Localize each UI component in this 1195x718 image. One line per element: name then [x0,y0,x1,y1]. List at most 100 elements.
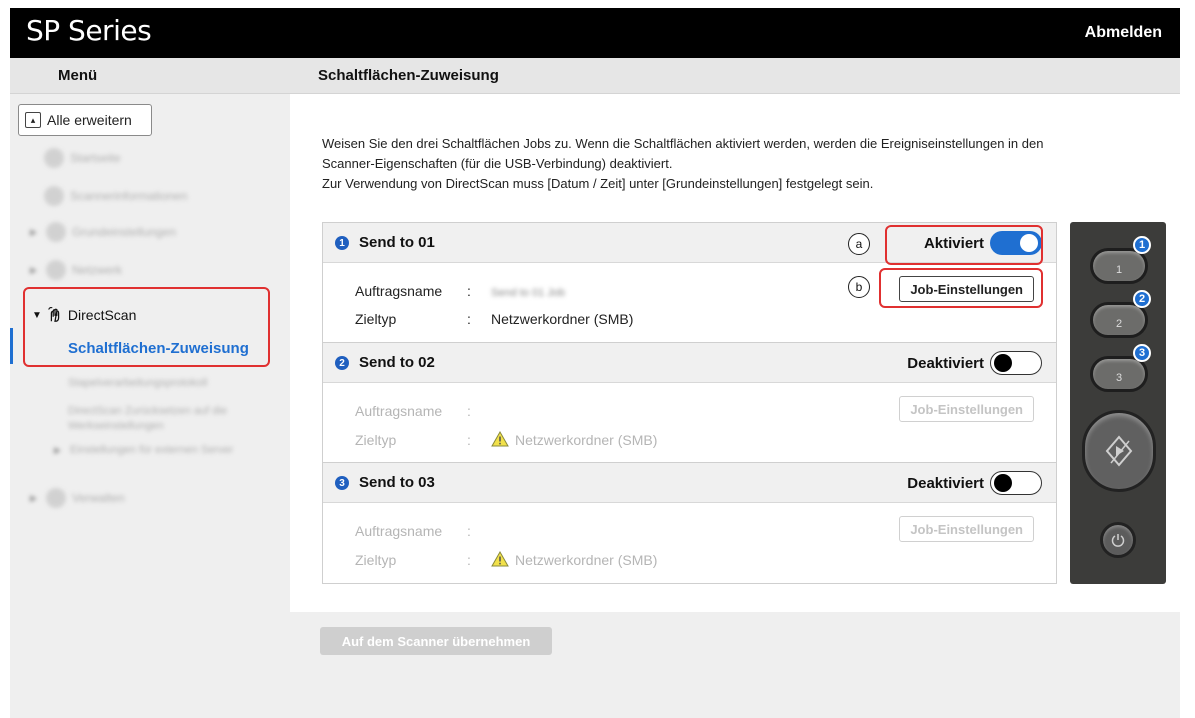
toggle-switch[interactable] [990,471,1042,495]
field-label: Zieltyp [355,311,397,327]
intro-line: Zur Verwendung von DirectScan muss [Datu… [322,176,874,191]
top-bar: SP Series Abmelden [10,8,1180,58]
panel-body: Auftragsname: Zieltyp: Netzwerkordner (SM… [323,503,1056,583]
gear-icon [46,222,66,242]
sidebar-item-label: Grundeinstellungen [72,225,177,239]
field-label: Auftragsname [355,283,443,299]
highlight-frame [879,268,1043,308]
sidebar-item-factory-reset[interactable]: DirectScan Zurücksetzen auf die Werksein… [68,404,258,434]
warning-icon [491,431,509,447]
scanner-button-label: 1 [1115,264,1123,276]
field-colon: : [467,311,471,327]
dest-type-row: Zieltyp: Netzwerkordner (SMB) [355,311,633,327]
scanner-button-label: 3 [1115,372,1123,384]
scanner-badge-2: 2 [1133,290,1151,308]
hand-scan-icon [48,307,60,322]
sidebar-item-label: Einstellungen für externen Server [70,444,234,456]
sidebar-item-external-server[interactable]: ▶ Einstellungen für externen Server [54,444,254,456]
sidebar-item-label: Verwalten [72,491,125,505]
page-title: Schaltflächen-Zuweisung [318,67,499,84]
intro-line: Scanner-Eigenschaften (für die USB-Verbi… [322,156,673,171]
callout-marker-a: a [848,233,870,255]
menu-title: Menü [58,67,98,84]
expand-caret-icon: ▶ [30,492,37,503]
slot-title: Send to 03 [359,474,435,491]
sidebar-item-basic-settings[interactable]: ▶ Grundeinstellungen [30,222,176,242]
sidebar: ▴ Alle erweitern Startseite Scannerinfor… [10,94,290,718]
sidebar-item-label: Scannerinformationen [70,189,188,203]
app-title: SP Series [26,14,152,47]
enable-toggle[interactable]: Deaktiviert [907,471,1042,495]
expand-all-button[interactable]: ▴ Alle erweitern [18,104,152,136]
toggle-status-label: Deaktiviert [907,474,984,492]
job-name-row: Auftragsname: [355,403,491,419]
tools-icon [46,488,66,508]
panel-body: Auftragsname: Zieltyp: Netzwerkordner (SM… [323,383,1056,463]
sidebar-item-network[interactable]: ▶ Netzwerk [30,260,122,280]
field-colon: : [467,403,471,419]
field-colon: : [467,283,471,299]
send-to-02-panel: 2 Send to 02 Deaktiviert Auftragsname: Z… [322,342,1057,464]
panel-header: 2 Send to 02 Deaktiviert [323,343,1056,383]
scanner-button-label: 2 [1115,318,1123,330]
header-bar: Menü Schaltflächen-Zuweisung [10,58,1180,94]
job-name-row: Auftragsname: Send to 01 Job [355,283,565,299]
job-settings-button[interactable]: Job-Einstellungen [899,516,1034,542]
home-icon [44,148,64,168]
dest-type-value: Netzwerkordner (SMB) [515,552,658,568]
dest-type-value: Netzwerkordner (SMB) [515,432,658,448]
field-label: Zieltyp [355,552,397,568]
power-button[interactable] [1100,522,1136,558]
expand-caret-icon: ▶ [30,226,37,237]
intro-line: Weisen Sie den drei Schaltflächen Jobs z… [322,136,1044,151]
logout-link[interactable]: Abmelden [1085,24,1162,42]
highlight-frame [885,225,1043,265]
expand-caret-icon: ▶ [30,264,37,275]
warning-icon [491,551,509,567]
number-badge: 1 [335,236,349,250]
slot-title: Send to 01 [359,234,435,251]
field-colon: : [467,552,471,568]
scanner-panel: 1 1 2 2 3 3 [1070,222,1166,584]
sidebar-item-batch-log[interactable]: Stapelverarbeitungsprotokoll [68,376,207,391]
toggle-switch[interactable] [990,351,1042,375]
power-icon [1111,534,1125,547]
toggle-knob [994,474,1012,492]
scanner-badge-3: 3 [1133,344,1151,362]
field-colon: : [467,432,471,448]
field-label: Zieltyp [355,432,397,448]
dest-type-row: Zieltyp: Netzwerkordner (SMB) [355,431,657,448]
info-icon [44,186,64,206]
slot-title: Send to 02 [359,354,435,371]
field-colon: : [467,523,471,539]
expand-caret-icon: ▶ [54,444,61,455]
toggle-status-label: Deaktiviert [907,354,984,372]
scan-start-icon [1105,435,1133,467]
scan-start-button[interactable] [1082,410,1156,492]
sidebar-item-manage[interactable]: ▶ Verwalten [30,488,125,508]
scanner-badge-1: 1 [1133,236,1151,254]
sidebar-item-directscan[interactable]: ▼ DirectScan [32,306,136,324]
enable-toggle[interactable]: Deaktiviert [907,351,1042,375]
panel-header: 3 Send to 03 Deaktiviert [323,463,1056,503]
sidebar-item-label: Netzwerk [72,263,123,277]
expand-collapse-icon: ▴ [25,112,41,128]
sidebar-item-label: Startseite [70,151,121,165]
job-name-value: Send to 01 Job [491,287,566,299]
dest-type-value: Netzwerkordner (SMB) [491,311,634,327]
number-badge: 3 [335,476,349,490]
sidebar-item-button-assignment[interactable]: Schaltflächen-Zuweisung [68,340,249,357]
network-icon [46,260,66,280]
apply-to-scanner-button[interactable]: Auf dem Scanner übernehmen [320,627,552,655]
active-nav-indicator [10,328,13,364]
job-settings-button[interactable]: Job-Einstellungen [899,396,1034,422]
callout-marker-b: b [848,276,870,298]
sidebar-item-home[interactable]: Startseite [44,148,121,168]
number-badge: 2 [335,356,349,370]
sidebar-item-label: DirectScan [67,307,137,323]
expand-all-label: Alle erweitern [47,112,132,128]
dest-type-row: Zieltyp: Netzwerkordner (SMB) [355,551,657,568]
sidebar-item-scanner-info[interactable]: Scannerinformationen [44,186,187,206]
field-label: Auftragsname [355,523,443,539]
toggle-knob [994,354,1012,372]
